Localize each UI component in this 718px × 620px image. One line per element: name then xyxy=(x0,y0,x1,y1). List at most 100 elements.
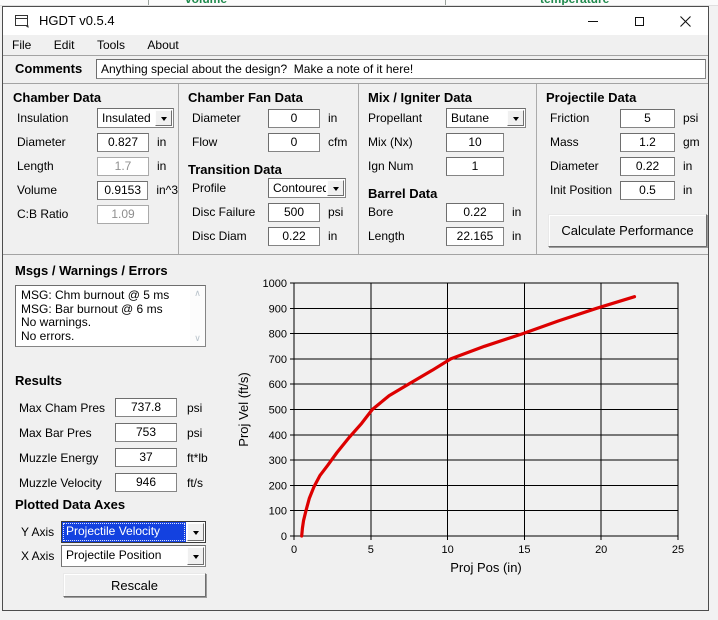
title-bar[interactable]: HGDT v0.5.4 xyxy=(3,7,708,35)
chevron-down-icon[interactable] xyxy=(187,523,204,541)
field-label: Length xyxy=(17,159,97,173)
transition-profile-select[interactable]: Contoured xyxy=(268,178,346,198)
disc-diam-field[interactable]: 0.22 xyxy=(268,227,320,246)
message-line: No errors. xyxy=(21,330,188,344)
chamber-volume-field[interactable]: 0.9153 xyxy=(97,181,148,200)
section-title: Chamber Fan Data xyxy=(178,84,358,106)
chamber-length-field: 1.7 xyxy=(97,157,149,176)
svg-text:25: 25 xyxy=(672,544,684,556)
chevron-down-icon[interactable] xyxy=(155,110,172,126)
friction-field[interactable]: 5 xyxy=(620,109,675,128)
field-row: Diameter 0.22 in xyxy=(536,154,710,178)
fan-diameter-field[interactable]: 0 xyxy=(268,109,320,128)
field-label: Profile xyxy=(192,181,268,195)
menu-about[interactable]: About xyxy=(138,35,187,55)
field-row: Diameter 0 in xyxy=(178,106,358,130)
unit-label: psi xyxy=(187,426,202,440)
maximize-icon xyxy=(635,17,644,26)
menu-file[interactable]: File xyxy=(3,35,40,55)
fan-flow-field[interactable]: 0 xyxy=(268,133,320,152)
menu-edit[interactable]: Edit xyxy=(45,35,84,55)
max-bar-pres-field[interactable]: 753 xyxy=(115,423,177,442)
projectile-data-section: Projectile Data Friction 5 psi Mass 1.2 … xyxy=(536,84,710,254)
field-row: Diameter 0.827 in xyxy=(3,130,178,154)
unit-label: in xyxy=(512,205,521,219)
field-row: Volume 0.9153 in^3 xyxy=(3,178,178,202)
field-label: Diameter xyxy=(550,159,620,173)
propellant-select[interactable]: Butane xyxy=(446,108,526,128)
combo-value: Projectile Position xyxy=(62,546,186,566)
combo-value: Projectile Velocity xyxy=(62,522,186,542)
messages-box[interactable]: MSG: Chm burnout @ 5 ms MSG: Bar burnout… xyxy=(15,285,206,347)
unit-label: in xyxy=(157,159,166,173)
field-label: Diameter xyxy=(17,135,97,149)
svg-text:900: 900 xyxy=(269,303,287,315)
field-label: Mix (Nx) xyxy=(368,135,446,149)
scroll-down-icon[interactable]: ∨ xyxy=(190,333,205,344)
max-cham-pres-field[interactable]: 737.8 xyxy=(115,398,177,417)
plotted-axes-title: Plotted Data Axes xyxy=(15,497,125,512)
barrel-length-field[interactable]: 22.165 xyxy=(446,227,504,246)
svg-text:0: 0 xyxy=(281,531,287,543)
unit-label: in xyxy=(512,229,521,243)
maximize-button[interactable] xyxy=(616,7,662,35)
x-axis-label: X Axis xyxy=(21,549,54,563)
x-axis-select[interactable]: Projectile Position xyxy=(61,545,206,567)
unit-label: gm xyxy=(683,135,700,149)
mix-nx-field[interactable]: 10 xyxy=(446,133,504,152)
unit-label: cfm xyxy=(328,135,347,149)
y-axis-select[interactable]: Projectile Velocity xyxy=(61,521,206,543)
results-title: Results xyxy=(15,373,62,388)
barrel-bore-field[interactable]: 0.22 xyxy=(446,203,504,222)
close-button[interactable] xyxy=(662,7,708,35)
menu-bar: File Edit Tools About xyxy=(3,35,708,55)
close-icon xyxy=(680,16,691,27)
field-row: Mass 1.2 gm xyxy=(536,130,710,154)
svg-text:Proj Vel (ft/s): Proj Vel (ft/s) xyxy=(236,372,251,446)
minimize-button[interactable] xyxy=(570,7,616,35)
comments-input[interactable]: Anything special about the design? Make … xyxy=(96,59,706,79)
chamber-diameter-field[interactable]: 0.827 xyxy=(97,133,149,152)
unit-label: in xyxy=(328,111,337,125)
unit-label: in xyxy=(683,159,692,173)
chevron-down-icon[interactable] xyxy=(187,547,204,565)
ign-num-field[interactable]: 1 xyxy=(446,157,504,176)
projectile-diameter-field[interactable]: 0.22 xyxy=(620,157,675,176)
calculate-performance-button[interactable]: Calculate Performance xyxy=(548,214,707,247)
chevron-down-icon[interactable] xyxy=(507,110,524,126)
field-label: Diameter xyxy=(192,111,268,125)
svg-text:500: 500 xyxy=(269,405,287,417)
result-row: Muzzle Energy 37 ft*lb xyxy=(3,448,231,470)
mass-field[interactable]: 1.2 xyxy=(620,133,675,152)
field-label: C:B Ratio xyxy=(17,207,97,221)
field-label: Ign Num xyxy=(368,159,446,173)
field-label: Init Position xyxy=(550,183,620,197)
field-label: Disc Failure xyxy=(192,205,268,219)
messages-text: MSG: Chm burnout @ 5 ms MSG: Bar burnout… xyxy=(18,288,188,344)
menu-tools[interactable]: Tools xyxy=(88,35,134,55)
section-title: Projectile Data xyxy=(536,84,710,106)
fan-transition-section: Chamber Fan Data Diameter 0 in Flow 0 cf… xyxy=(178,84,358,254)
output-area: Msgs / Warnings / Errors MSG: Chm burnou… xyxy=(3,255,708,612)
scrollbar[interactable]: ∧ ∨ xyxy=(190,286,205,346)
velocity-chart: 0510152025010020030040050060070080090010… xyxy=(229,255,709,611)
field-row: Insulation Insulated xyxy=(3,106,178,130)
scroll-up-icon[interactable]: ∧ xyxy=(190,288,205,299)
field-row: Length 1.7 in xyxy=(3,154,178,178)
chevron-down-icon[interactable] xyxy=(327,180,344,196)
field-row: C:B Ratio 1.09 xyxy=(3,202,178,226)
disc-failure-field[interactable]: 500 xyxy=(268,203,320,222)
rescale-button[interactable]: Rescale xyxy=(63,573,206,597)
svg-text:1000: 1000 xyxy=(263,278,287,290)
result-label: Muzzle Energy xyxy=(19,451,98,465)
muzzle-velocity-field[interactable]: 946 xyxy=(115,473,177,492)
muzzle-energy-field[interactable]: 37 xyxy=(115,448,177,467)
field-label: Flow xyxy=(192,135,268,149)
field-row: Disc Failure 500 psi xyxy=(178,200,358,224)
svg-text:200: 200 xyxy=(269,480,287,492)
combo-value: Butane xyxy=(447,109,506,127)
insulation-select[interactable]: Insulated xyxy=(97,108,174,128)
init-position-field[interactable]: 0.5 xyxy=(620,181,675,200)
cb-ratio-field: 1.09 xyxy=(97,205,149,224)
field-label: Propellant xyxy=(368,111,446,125)
